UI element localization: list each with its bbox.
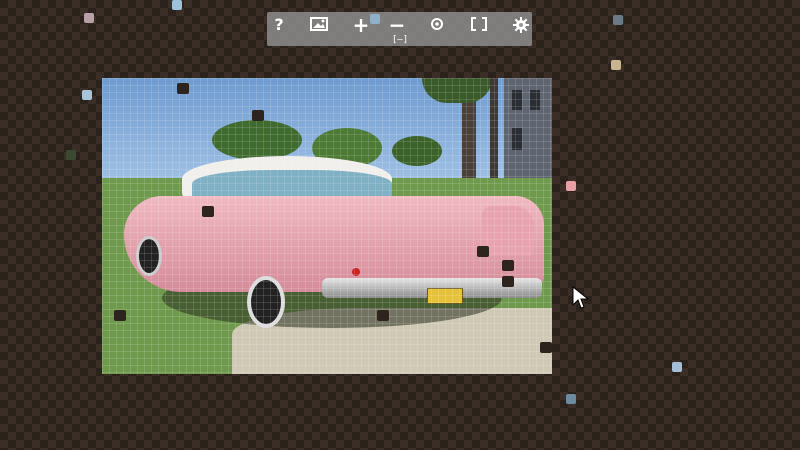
ghost-image-button[interactable]	[425, 15, 449, 35]
missing-piece-slot	[540, 342, 552, 353]
loose-puzzle-piece[interactable]	[611, 60, 621, 70]
loose-puzzle-piece[interactable]	[84, 13, 94, 23]
missing-piece-slot	[252, 110, 264, 121]
missing-piece-slot	[377, 310, 389, 321]
loose-puzzle-piece[interactable]	[566, 181, 576, 191]
help-button[interactable]: ?	[267, 15, 291, 35]
missing-piece-slot	[202, 206, 214, 217]
zoom-out-button[interactable]: −	[385, 15, 409, 35]
plus-icon: +	[352, 13, 370, 37]
loose-puzzle-piece[interactable]	[613, 15, 623, 25]
gear-icon	[513, 17, 529, 33]
loose-puzzle-piece[interactable]	[370, 14, 380, 24]
loose-puzzle-piece[interactable]	[672, 362, 682, 372]
loose-puzzle-piece[interactable]	[82, 90, 92, 100]
loose-puzzle-piece[interactable]	[172, 0, 182, 10]
image-icon	[310, 17, 328, 31]
missing-piece-slot	[502, 260, 514, 271]
fit-to-screen-button[interactable]: [—]	[385, 35, 415, 45]
mouse-cursor-icon	[572, 286, 590, 309]
puzzle-grid	[102, 78, 552, 374]
missing-piece-slot	[477, 246, 489, 257]
fullscreen-icon	[471, 17, 487, 31]
missing-piece-slot	[177, 83, 189, 94]
help-icon: ?	[274, 15, 284, 34]
puzzle-toolbar: ? + − [—]	[267, 12, 532, 46]
minus-icon: −	[388, 13, 406, 37]
loose-puzzle-piece[interactable]	[66, 150, 76, 160]
eye-icon	[431, 18, 443, 30]
fullscreen-button[interactable]	[467, 15, 491, 35]
missing-piece-slot	[502, 276, 514, 287]
puzzle-board[interactable]	[102, 78, 552, 374]
loose-puzzle-piece[interactable]	[566, 394, 576, 404]
missing-piece-slot	[114, 310, 126, 321]
settings-button[interactable]	[509, 15, 533, 35]
preview-image-button[interactable]	[307, 15, 331, 35]
